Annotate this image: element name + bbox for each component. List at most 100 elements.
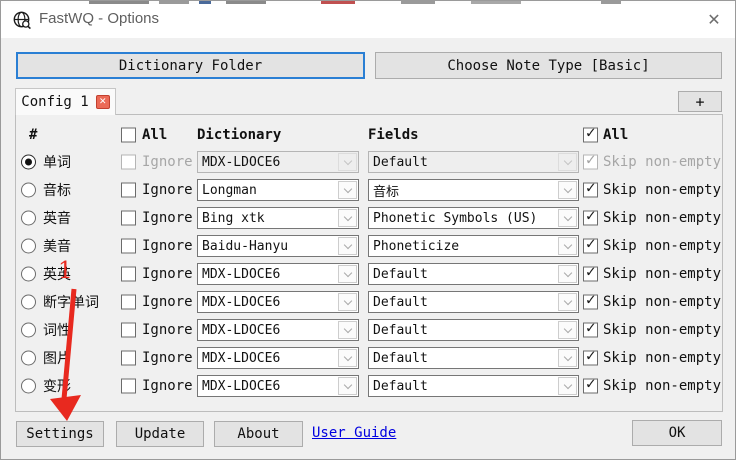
fields-combobox[interactable]: Default (368, 347, 579, 369)
ignore-label: Ignore (142, 154, 193, 170)
dictionary-value: Longman (202, 182, 257, 198)
dictionary-combobox[interactable]: MDX-LDOCE6 (197, 319, 359, 341)
dictionary-combobox[interactable]: Longman (197, 179, 359, 201)
dictionary-value: Bing xtk (202, 210, 265, 226)
ignore-checkbox[interactable] (121, 266, 136, 282)
row-radio[interactable] (21, 182, 36, 198)
table-row: 美音 Ignore Baidu-Hanyu Phoneticize Skip n… (1, 232, 735, 260)
fields-combobox[interactable]: Default (368, 319, 579, 341)
tab-close-icon[interactable]: ✕ (95, 95, 110, 109)
chevron-down-icon (338, 293, 357, 311)
dictionary-combobox[interactable]: Bing xtk (197, 207, 359, 229)
fields-value: 音标 (373, 184, 400, 200)
fields-value: Default (373, 154, 428, 170)
ignore-label: Ignore (142, 322, 193, 338)
dictionary-value: MDX-LDOCE6 (202, 322, 281, 338)
row-radio[interactable] (21, 154, 36, 170)
dictionary-combobox[interactable]: MDX-LDOCE6 (197, 291, 359, 313)
skip-checkbox[interactable] (583, 181, 598, 198)
row-radio[interactable] (21, 210, 36, 226)
skip-label: Skip non-empty (603, 210, 722, 226)
ignore-label: Ignore (142, 294, 193, 310)
table-header: # All Dictionary Fields All (1, 122, 735, 148)
dictionary-value: MDX-LDOCE6 (202, 378, 281, 394)
ignore-checkbox[interactable] (121, 182, 136, 198)
row-label: 变形 (43, 379, 71, 395)
fields-combobox[interactable]: Default (368, 263, 579, 285)
ignore-checkbox[interactable] (121, 154, 136, 170)
table-row: 英英 Ignore MDX-LDOCE6 Default Skip non-em… (1, 260, 735, 288)
skip-checkbox[interactable] (583, 153, 598, 170)
header-fields: Fields (368, 127, 419, 143)
fields-combobox[interactable]: Phoneticize (368, 235, 579, 257)
tab-label: Config 1 (21, 94, 89, 110)
dictionary-combobox[interactable]: Baidu-Hanyu (197, 235, 359, 257)
skip-label: Skip non-empty (603, 294, 722, 310)
ignore-label: Ignore (142, 350, 193, 366)
ignore-checkbox[interactable] (121, 378, 136, 394)
row-radio[interactable] (21, 350, 36, 366)
skip-label: Skip non-empty (603, 378, 722, 394)
header-number: # (29, 127, 38, 143)
row-radio[interactable] (21, 378, 36, 394)
ignore-checkbox[interactable] (121, 350, 136, 366)
header-all-left: All (142, 127, 168, 143)
skip-checkbox[interactable] (583, 349, 598, 366)
fields-combobox[interactable]: Phonetic Symbols (US) (368, 207, 579, 229)
row-radio[interactable] (21, 322, 36, 338)
chevron-down-icon (558, 153, 577, 171)
choose-note-type-button[interactable]: Choose Note Type [Basic] (375, 52, 722, 79)
table-row: 词性 Ignore MDX-LDOCE6 Default Skip non-em… (1, 316, 735, 344)
dictionary-combobox[interactable]: MDX-LDOCE6 (197, 375, 359, 397)
fields-value: Default (373, 322, 428, 338)
dictionary-folder-button[interactable]: Dictionary Folder (16, 52, 365, 79)
fields-combobox[interactable]: 音标 (368, 179, 579, 201)
window-title: FastWQ - Options (39, 10, 160, 27)
close-window-button[interactable]: ✕ (699, 5, 729, 33)
ignore-checkbox[interactable] (121, 238, 136, 254)
skip-checkbox[interactable] (583, 293, 598, 310)
skip-checkbox[interactable] (583, 265, 598, 282)
dictionary-combobox[interactable]: MDX-LDOCE6 (197, 347, 359, 369)
skip-checkbox[interactable] (583, 209, 598, 226)
all-skip-checkbox[interactable] (583, 126, 598, 143)
chevron-down-icon (338, 237, 357, 255)
ignore-checkbox[interactable] (121, 210, 136, 226)
user-guide-link[interactable]: User Guide (312, 425, 396, 441)
row-label: 美音 (43, 239, 71, 255)
fields-value: Default (373, 350, 428, 366)
screen-edge-artifact (1, 1, 735, 4)
dictionary-combobox[interactable]: MDX-LDOCE6 (197, 263, 359, 285)
skip-label: Skip non-empty (603, 322, 722, 338)
about-button[interactable]: About (214, 421, 303, 447)
skip-checkbox[interactable] (583, 237, 598, 254)
tab-config-1[interactable]: Config 1 ✕ (15, 88, 116, 115)
ignore-label: Ignore (142, 210, 193, 226)
fields-value: Default (373, 266, 428, 282)
row-radio[interactable] (21, 266, 36, 282)
chevron-down-icon (558, 321, 577, 339)
fields-combobox[interactable]: Default (368, 291, 579, 313)
update-button[interactable]: Update (116, 421, 204, 447)
header-all-right: All (603, 127, 629, 143)
row-radio[interactable] (21, 238, 36, 254)
ignore-checkbox[interactable] (121, 322, 136, 338)
settings-button[interactable]: Settings (16, 421, 104, 447)
ignore-label: Ignore (142, 182, 193, 198)
add-tab-button[interactable]: + (678, 91, 722, 112)
fields-combobox[interactable]: Default (368, 375, 579, 397)
skip-label: Skip non-empty (603, 182, 722, 198)
all-ignore-checkbox[interactable] (121, 127, 136, 143)
row-label: 断字单词 (43, 295, 99, 311)
fields-combobox[interactable]: Default (368, 151, 579, 173)
row-label: 图片 (43, 351, 71, 367)
dictionary-combobox[interactable]: MDX-LDOCE6 (197, 151, 359, 173)
dictionary-value: MDX-LDOCE6 (202, 266, 281, 282)
ok-button[interactable]: OK (632, 420, 722, 446)
row-radio[interactable] (21, 294, 36, 310)
skip-checkbox[interactable] (583, 321, 598, 338)
skip-checkbox[interactable] (583, 377, 598, 394)
fields-value: Default (373, 294, 428, 310)
ignore-checkbox[interactable] (121, 294, 136, 310)
chevron-down-icon (338, 349, 357, 367)
